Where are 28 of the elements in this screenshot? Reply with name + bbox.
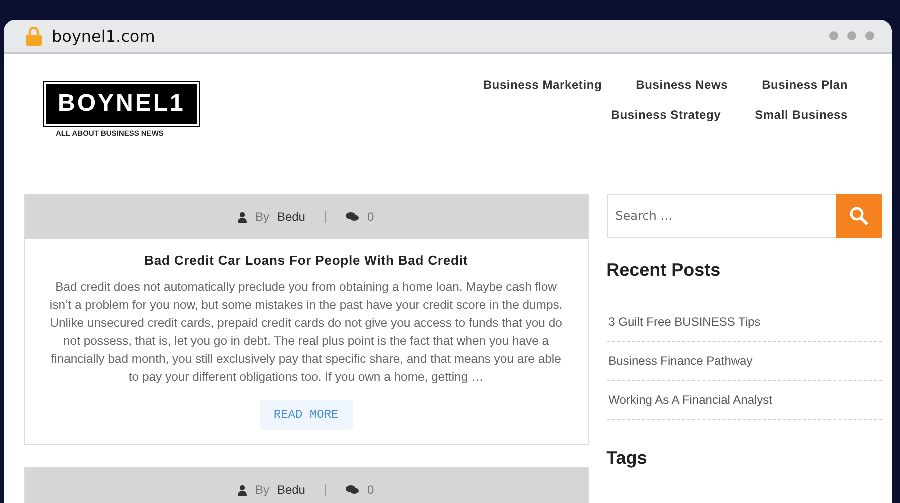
nav-link[interactable]: Small Business: [755, 108, 848, 122]
comment-count: 0: [367, 483, 374, 497]
nav-link[interactable]: Business Strategy: [611, 108, 722, 122]
nav-link[interactable]: Business News: [636, 78, 728, 92]
comments-icon: [346, 212, 360, 222]
author-prefix: By: [255, 210, 270, 224]
search-field[interactable]: Search …: [606, 194, 836, 238]
nav-link[interactable]: Business Plan: [762, 78, 848, 92]
user-icon: [238, 484, 248, 496]
address-text: boynel1.com: [52, 26, 156, 46]
comments-icon: [346, 485, 360, 495]
site-logo[interactable]: BOYNEL1: [46, 84, 198, 124]
recent-post-link[interactable]: Working As A Financial Analyst: [606, 381, 882, 420]
widget-title: Recent Posts: [606, 260, 722, 281]
post-title[interactable]: Bad Credit Car Loans For People With Bad Credit: [144, 253, 468, 268]
author-link[interactable]: Bedu: [277, 483, 306, 497]
lock-icon: [26, 26, 42, 46]
author-link[interactable]: Bedu: [277, 210, 306, 224]
post-excerpt: Bad credit does not automatically preclude you from obtaining a home loan. Maybe cash flow isn’t a problem for you now, but some mistakes in the past have your credit score in the dumps. Unlike unsecured credit cards, prepaid credit cards do not give you access to funds that you do not possess, that is, let you go in debt. The real plus point is the fact that when you have a financially bad month, you still exclusively pay that specific share, and that means you are able to pay your different obligations too. If you own a home, getting …: [48, 279, 564, 386]
search-button[interactable]: [836, 194, 882, 238]
search-icon: [850, 207, 868, 225]
comment-count: 0: [367, 210, 374, 224]
nav-link[interactable]: Business Marketing: [483, 78, 602, 92]
user-icon: [238, 212, 248, 222]
author-prefix: By: [255, 483, 270, 497]
recent-post-link[interactable]: 3 Guilt Free BUSINESS Tips: [606, 303, 882, 342]
widget-title: Tags: [606, 448, 648, 469]
recent-post-link[interactable]: Business Finance Pathway: [606, 342, 882, 381]
